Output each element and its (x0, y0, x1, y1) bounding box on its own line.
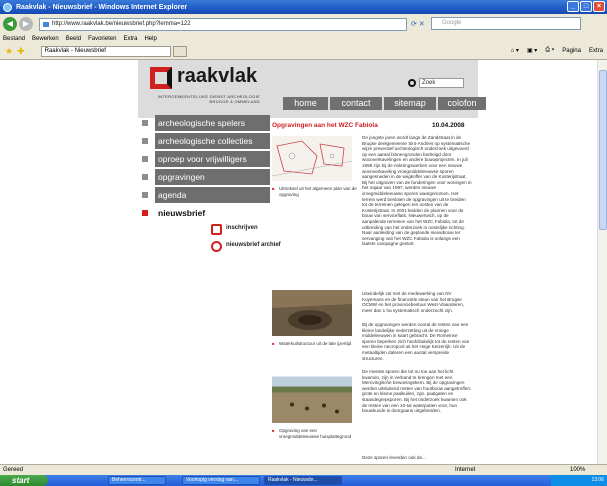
minimize-button[interactable]: _ (567, 1, 579, 12)
nav-home[interactable]: home (283, 97, 328, 110)
raakvlak-logo-icon (150, 67, 172, 89)
refresh-icon[interactable]: ⟳ ✕ (411, 20, 425, 28)
sidenav-label: archeologische spelers (155, 115, 270, 131)
address-toolbar: ◀ ▶ http://www.raakvlak.be/nieuwsbrief.p… (0, 14, 607, 34)
excavation-plan-image[interactable] (271, 136, 353, 181)
article-paragraph: Deze sporen leverden ook de... (362, 455, 426, 460)
menu-beeld[interactable]: Beeld (66, 36, 81, 42)
sidenav-item-collecties[interactable]: archeologische collecties (138, 133, 273, 149)
tools-menu[interactable]: Extra (589, 48, 603, 54)
menu-help[interactable]: Help (144, 36, 156, 42)
envelope-icon (211, 224, 222, 235)
favorites-star-icon[interactable]: ★ (5, 46, 13, 57)
sidenav-item-nieuwsbrief[interactable]: nieuwsbrief (138, 205, 273, 221)
site-header: raakvlak INTERGEMEENTELIJKE DIENST ARCHE… (138, 60, 486, 118)
close-button[interactable]: × (593, 1, 605, 12)
figure-plan: Uittreksel uit het algemeen plan van de … (271, 136, 357, 197)
subnav-label: inschrijven (226, 225, 258, 231)
address-field[interactable]: http://www.raakvlak.be/nieuwsbrief.php?l… (39, 17, 407, 31)
taskbar-item[interactable]: Voorlopig verslag van... (182, 476, 260, 485)
nav-colofon[interactable]: colofon (438, 97, 486, 110)
bullet-icon (142, 192, 148, 198)
bullet-icon (142, 138, 148, 144)
sidenav-item-agenda[interactable]: agenda (138, 187, 273, 203)
subnav-label: nieuwsbrief archief (226, 242, 281, 248)
sidenav-label: oproep voor vrijwilligers (155, 151, 270, 167)
figure-caption: Opgraving van een vroegmiddeleeuwse huis… (272, 428, 357, 439)
new-tab-button[interactable] (172, 46, 187, 57)
system-tray: 13:06 (551, 475, 607, 486)
menu-extra[interactable]: Extra (123, 36, 137, 42)
logo-subtitle: INTERGEMEENTELIJKE DIENST ARCHEOLOGIE BR… (157, 94, 260, 104)
nav-sitemap[interactable]: sitemap (384, 97, 436, 110)
sidenav-label: agenda (155, 187, 270, 203)
article-paragraph: De meeste sporen die tot nu toe aan het … (362, 369, 472, 414)
excavation-photo[interactable] (272, 375, 352, 425)
taskbar-item[interactable]: Raakvlak - Nieuwsbr... (264, 476, 342, 485)
logo-word: raakvlak (177, 65, 258, 87)
sidenav-label: nieuwsbrief (158, 208, 206, 218)
sidenav-item-spelers[interactable]: archeologische spelers (138, 115, 273, 131)
archive-icon (211, 241, 222, 252)
bullet-icon (142, 156, 148, 162)
menu-bestand[interactable]: Bestand (3, 36, 25, 42)
sidenav-label: opgravingen (155, 169, 270, 185)
home-icon[interactable]: ⌂ ▾ (511, 47, 519, 54)
figure-waterkuil: Waterkuilstructuur uit de late ijzertijd (272, 289, 357, 347)
security-zone: Internet (455, 467, 476, 473)
site-search: Zoek (408, 78, 464, 88)
search-icon[interactable] (408, 79, 416, 87)
forward-button[interactable]: ▶ (19, 17, 33, 31)
article-paragraph: Bij de opgravingen werden vooral de rest… (362, 322, 470, 361)
article-paragraph: Uiteindelijk zal met de medewerking van … (362, 291, 465, 313)
zoom-level[interactable]: 100% (570, 465, 585, 475)
start-button[interactable]: start (0, 475, 48, 486)
sidenav-label: archeologische collecties (155, 133, 270, 149)
browser-search-input[interactable]: Google (431, 17, 581, 30)
site-logo[interactable]: raakvlak INTERGEMEENTELIJKE DIENST ARCHE… (150, 65, 260, 107)
vertical-scrollbar[interactable] (597, 60, 607, 464)
sidenav-item-opgravingen[interactable]: opgravingen (138, 169, 273, 185)
sidenav-item-vrijwilligers[interactable]: oproep voor vrijwilligers (138, 151, 273, 167)
status-text: Gereed (3, 467, 24, 473)
print-icon[interactable]: ⎙ ▾ (545, 47, 554, 54)
windows-taskbar: start Beheerscentr... Voorlopig verslag … (0, 475, 607, 486)
window-title: Raakvlak - Nieuwsbrief - Windows Interne… (16, 3, 188, 11)
browser-viewport: raakvlak INTERGEMEENTELIJKE DIENST ARCHE… (0, 60, 607, 464)
web-page: raakvlak INTERGEMEENTELIJKE DIENST ARCHE… (138, 60, 486, 464)
status-bar: Gereed Internet 100% (0, 464, 607, 475)
figure-caption: Uittreksel uit het algemeen plan van de … (272, 186, 357, 197)
taskbar-item[interactable]: Beheerscentr... (108, 476, 166, 485)
nav-contact[interactable]: contact (330, 97, 382, 110)
bullet-icon (142, 210, 148, 216)
site-search-input[interactable]: Zoek (419, 78, 464, 88)
figure-caption: Waterkuilstructuur uit de late ijzertijd (272, 341, 357, 347)
clock[interactable]: 13:06 (591, 477, 604, 483)
top-navigation: home contact sitemap colofon (283, 97, 486, 110)
tab-bar: ★ ✚ Raakvlak - Nieuwsbrief ⌂ ▾ ▣ ▾ ⎙ ▾ P… (0, 44, 607, 60)
menu-bar: Bestand Bewerken Beeld Favorieten Extra … (0, 34, 607, 44)
bullet-icon (142, 174, 148, 180)
feeds-icon[interactable]: ▣ ▾ (527, 47, 537, 54)
article-title: Opgravingen aan het WZC Fabiola (272, 122, 378, 129)
article-date: 10.04.2008 (432, 122, 465, 129)
bullet-icon (142, 120, 148, 126)
figure-huisplattegrond: Opgraving van een vroegmiddeleeuwse huis… (272, 375, 357, 439)
maximize-button[interactable]: □ (580, 1, 592, 12)
subnav-item-archief[interactable]: nieuwsbrief archief (208, 240, 281, 254)
ie-icon (3, 2, 12, 12)
window-titlebar: Raakvlak - Nieuwsbrief - Windows Interne… (0, 0, 607, 14)
waterkuil-photo[interactable] (272, 289, 352, 337)
menu-bewerken[interactable]: Bewerken (32, 36, 59, 42)
tab-raakvlak[interactable]: Raakvlak - Nieuwsbrief (40, 46, 171, 57)
menu-favorieten[interactable]: Favorieten (88, 36, 116, 42)
add-favorite-icon[interactable]: ✚ (17, 46, 25, 57)
page-menu[interactable]: Pagina (562, 48, 581, 54)
article-paragraph: De jongste jaren wordt langs de Zandstra… (362, 135, 472, 247)
scrollbar-thumb[interactable] (599, 70, 607, 230)
subnav-item-inschrijven[interactable]: inschrijven (208, 223, 273, 237)
back-button[interactable]: ◀ (3, 17, 17, 31)
side-navigation: archeologische spelers archeologische co… (138, 115, 281, 257)
